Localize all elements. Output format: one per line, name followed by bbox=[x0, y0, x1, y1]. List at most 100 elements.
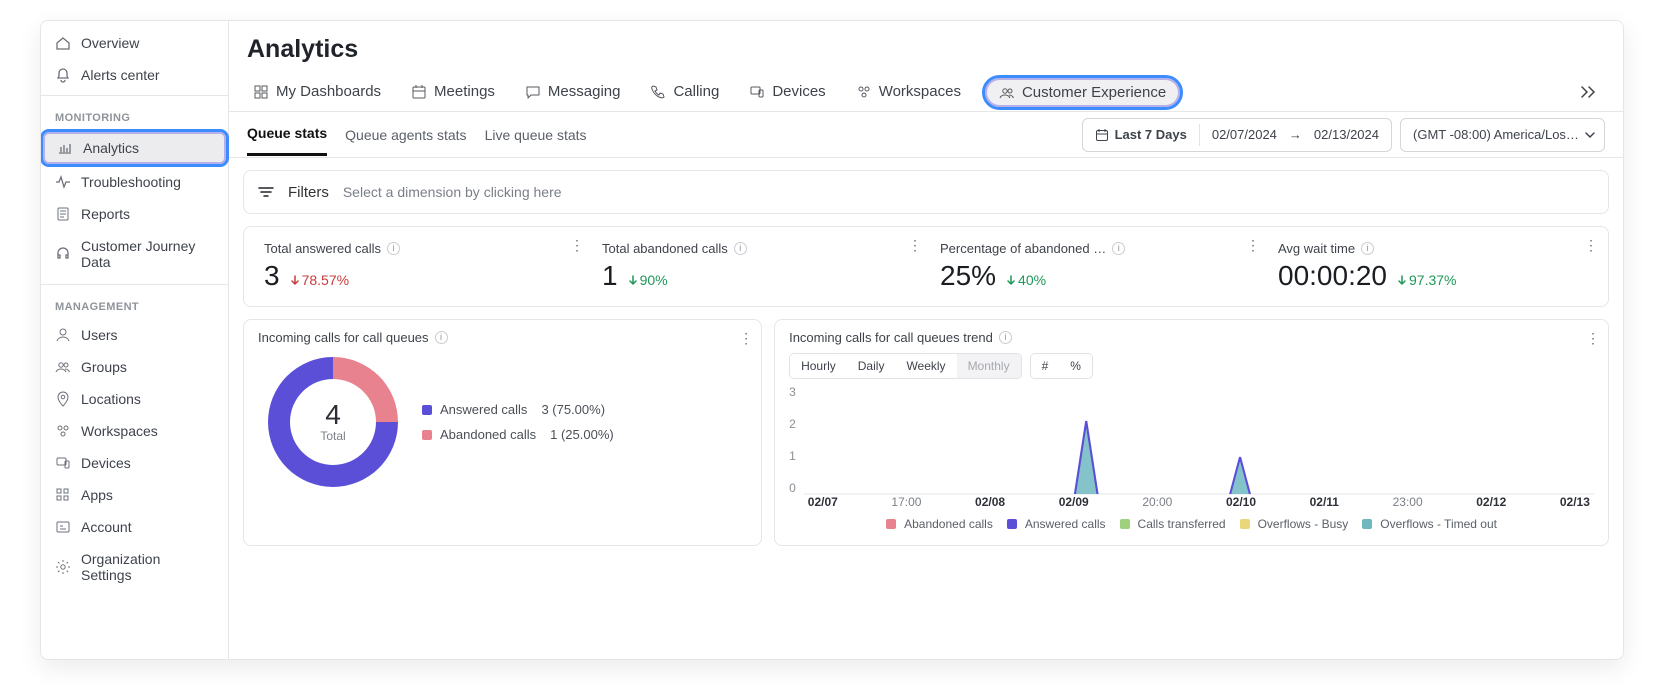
kpi-card: ⋮ Percentage of abandoned … i 25% 40% bbox=[926, 235, 1264, 298]
sidebar-item-label: Customer Journey Data bbox=[81, 238, 214, 270]
tab-calling[interactable]: Calling bbox=[644, 75, 725, 110]
sidebar-item-label: Workspaces bbox=[81, 423, 158, 439]
kpi-value: 25% bbox=[940, 260, 996, 292]
info-icon[interactable]: i bbox=[1112, 242, 1125, 255]
sidebar-item-devices[interactable]: Devices bbox=[41, 447, 228, 479]
x-tick: 17:00 bbox=[891, 495, 921, 509]
tab-devices[interactable]: Devices bbox=[743, 75, 831, 110]
x-tick: 02/10 bbox=[1226, 495, 1256, 509]
date-range-picker[interactable]: Last 7 Days 02/07/2024 → 02/13/2024 bbox=[1082, 118, 1392, 152]
filters-bar[interactable]: Filters Select a dimension by clicking h… bbox=[243, 170, 1609, 214]
legend-label: Calls transferred bbox=[1138, 517, 1226, 531]
tab-my-dashboards[interactable]: My Dashboards bbox=[247, 75, 387, 110]
mode-%[interactable]: % bbox=[1059, 354, 1092, 378]
legend-swatch bbox=[1120, 519, 1130, 529]
subtab-live-queue-stats[interactable]: Live queue stats bbox=[485, 115, 587, 155]
timezone-picker[interactable]: (GMT -08:00) America/Los … bbox=[1400, 118, 1605, 152]
subtab-queue-stats[interactable]: Queue stats bbox=[247, 113, 327, 156]
info-icon[interactable]: i bbox=[1361, 242, 1374, 255]
sidebar-item-groups[interactable]: Groups bbox=[41, 351, 228, 383]
users-icon bbox=[999, 85, 1015, 101]
trend-legend: Abandoned callsAnswered callsCalls trans… bbox=[789, 509, 1594, 531]
devices-icon bbox=[749, 84, 765, 100]
mode-#[interactable]: # bbox=[1031, 354, 1060, 378]
x-tick: 02/07 bbox=[808, 495, 838, 509]
gear-icon bbox=[55, 559, 71, 575]
sidebar-item-locations[interactable]: Locations bbox=[41, 383, 228, 415]
kpi-menu[interactable]: ⋮ bbox=[570, 237, 582, 253]
info-icon[interactable]: i bbox=[435, 331, 448, 344]
y-axis-ticks: 3210 bbox=[789, 385, 804, 495]
tab-workspaces[interactable]: Workspaces bbox=[850, 75, 967, 110]
granularity-hourly[interactable]: Hourly bbox=[790, 354, 847, 378]
card-title: Incoming calls for call queues trend bbox=[789, 330, 993, 345]
sidebar-item-apps[interactable]: Apps bbox=[41, 479, 228, 511]
legend-swatch bbox=[1240, 519, 1250, 529]
kpi-menu[interactable]: ⋮ bbox=[1584, 237, 1596, 253]
legend-item: Abandoned calls bbox=[886, 517, 993, 531]
date-range-label: Last 7 Days bbox=[1115, 127, 1187, 142]
legend-label: Overflows - Busy bbox=[1258, 517, 1349, 531]
sidebar-item-alerts-center[interactable]: Alerts center bbox=[41, 59, 228, 91]
sidebar-item-label: Groups bbox=[81, 359, 127, 375]
card-menu[interactable]: ⋮ bbox=[739, 330, 751, 346]
sidebar: Overview Alerts center MONITORINGAnalytic… bbox=[41, 21, 229, 659]
sidebar-top: Overview Alerts center bbox=[41, 21, 228, 96]
kpi-label: Percentage of abandoned … bbox=[940, 241, 1106, 256]
info-icon[interactable]: i bbox=[734, 242, 747, 255]
sidebar-section-label: MANAGEMENT bbox=[41, 285, 228, 319]
sidebar-item-troubleshooting[interactable]: Troubleshooting bbox=[41, 166, 228, 198]
legend-label: Overflows - Timed out bbox=[1380, 517, 1497, 531]
legend-swatch bbox=[422, 430, 432, 440]
legend-swatch bbox=[1362, 519, 1372, 529]
sidebar-item-reports[interactable]: Reports bbox=[41, 198, 228, 230]
tabs-overflow[interactable] bbox=[1575, 79, 1605, 107]
sidebar-item-customer-journey-data[interactable]: Customer Journey Data bbox=[41, 230, 228, 278]
sidebar-item-label: Overview bbox=[81, 35, 139, 51]
app-frame: Overview Alerts center MONITORINGAnalytic… bbox=[40, 20, 1624, 660]
tab-meetings[interactable]: Meetings bbox=[405, 75, 501, 110]
sidebar-section-label: MONITORING bbox=[41, 96, 228, 130]
bell-icon bbox=[55, 67, 71, 83]
granularity-control: HourlyDailyWeeklyMonthly bbox=[789, 353, 1022, 379]
account-icon bbox=[55, 519, 71, 535]
legend-item: Abandoned calls 1 (25.00%) bbox=[422, 427, 614, 442]
legend-label: Abandoned calls bbox=[440, 427, 536, 442]
kpi-menu[interactable]: ⋮ bbox=[1246, 237, 1258, 253]
legend-item: Calls transferred bbox=[1120, 517, 1226, 531]
subtab-queue-agents-stats[interactable]: Queue agents stats bbox=[345, 115, 466, 155]
info-icon[interactable]: i bbox=[999, 331, 1012, 344]
filter-icon bbox=[258, 186, 274, 198]
kpi-menu[interactable]: ⋮ bbox=[908, 237, 920, 253]
card-menu[interactable]: ⋮ bbox=[1586, 330, 1598, 346]
tab-messaging[interactable]: Messaging bbox=[519, 75, 627, 110]
sidebar-item-label: Account bbox=[81, 519, 132, 535]
filters-title: Filters bbox=[288, 184, 329, 201]
sidebar-item-label: Users bbox=[81, 327, 118, 343]
granularity-weekly[interactable]: Weekly bbox=[895, 354, 956, 378]
tab-label: Meetings bbox=[434, 83, 495, 100]
timezone-label: (GMT -08:00) America/Los … bbox=[1413, 127, 1583, 142]
donut-legend: Answered calls 3 (75.00%) Abandoned call… bbox=[422, 402, 614, 442]
sidebar-item-overview[interactable]: Overview bbox=[41, 27, 228, 59]
granularity-monthly: Monthly bbox=[957, 354, 1021, 378]
filters-placeholder: Select a dimension by clicking here bbox=[343, 184, 562, 200]
calendar-icon bbox=[411, 84, 427, 100]
info-icon[interactable]: i bbox=[387, 242, 400, 255]
sidebar-item-organization-settings[interactable]: Organization Settings bbox=[41, 543, 228, 591]
sidebar-item-workspaces[interactable]: Workspaces bbox=[41, 415, 228, 447]
kpi-value: 00:00:20 bbox=[1278, 260, 1387, 292]
tab-label: Calling bbox=[673, 83, 719, 100]
kpi-delta: 97.37% bbox=[1397, 272, 1456, 288]
sidebar-item-label: Reports bbox=[81, 206, 130, 222]
workspaces-icon bbox=[55, 423, 71, 439]
kpi-row: ⋮ Total answered calls i 3 78.57% ⋮ Tota… bbox=[243, 226, 1609, 307]
sidebar-item-label: Organization Settings bbox=[81, 551, 214, 583]
sidebar-item-users[interactable]: Users bbox=[41, 319, 228, 351]
sidebar-item-analytics[interactable]: Analytics bbox=[43, 132, 226, 164]
sidebar-item-account[interactable]: Account bbox=[41, 511, 228, 543]
content: Filters Select a dimension by clicking h… bbox=[229, 158, 1623, 558]
tab-customer-experience[interactable]: Customer Experience bbox=[985, 78, 1180, 107]
granularity-daily[interactable]: Daily bbox=[847, 354, 896, 378]
x-tick: 20:00 bbox=[1142, 495, 1172, 509]
